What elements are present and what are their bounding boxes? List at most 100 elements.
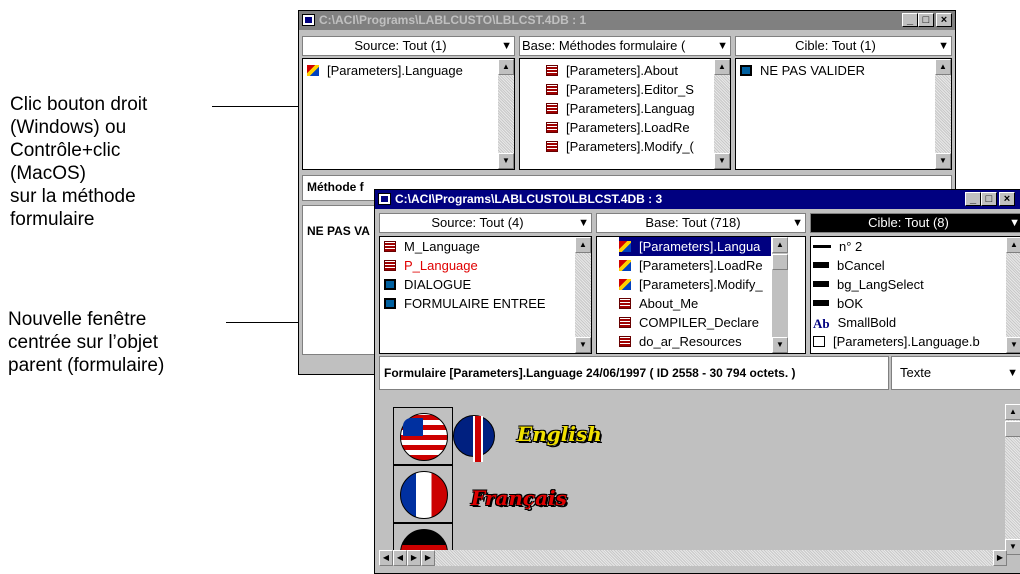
list-item[interactable]: COMPILER_Declare xyxy=(619,313,771,332)
scroll-down-button[interactable]: ▼ xyxy=(498,153,514,169)
preview-horizontal-scrollbar[interactable]: ◀ ◀ ▶ ▶ ▶ xyxy=(379,550,1007,566)
form-icon xyxy=(740,65,752,76)
list-item-label: [Parameters].About xyxy=(566,63,678,78)
back-window-titlebar[interactable]: C:\ACI\Programs\LABLCUSTO\LBLCST.4DB : 1… xyxy=(299,11,955,30)
list-item[interactable]: bOK xyxy=(813,294,1004,313)
scroll-down-button[interactable]: ▼ xyxy=(935,153,951,169)
scroll-up-button[interactable]: ▲ xyxy=(935,59,951,75)
scroll-left-button[interactable]: ◀ xyxy=(379,550,393,566)
minimize-button[interactable]: _ xyxy=(902,13,918,27)
list-item-label: [Parameters].LoadRe xyxy=(566,120,690,135)
list-item[interactable]: [Parameters].LoadRe xyxy=(546,118,712,137)
scroll-right-button[interactable]: ▶ xyxy=(993,550,1007,566)
base-list[interactable]: [Parameters].About [Parameters].Editor_S… xyxy=(519,58,731,170)
base-dropdown[interactable]: Base: Méthodes formulaire ( ▼ xyxy=(519,36,731,56)
close-button[interactable]: × xyxy=(999,192,1015,206)
scroll-down-button[interactable]: ▼ xyxy=(772,337,788,353)
list-item[interactable]: [Parameters].Modify_( xyxy=(546,137,712,156)
preview-vertical-scrollbar[interactable]: ▲ ▼ xyxy=(1005,404,1020,555)
vertical-scrollbar[interactable]: ▲ ▼ xyxy=(714,59,730,169)
callout-line: (Windows) ou xyxy=(10,117,127,138)
cible-list[interactable]: n° 2 bCancel bg_LangSelect bOK Ab SmallBo… xyxy=(810,236,1020,354)
list-item[interactable]: n° 2 xyxy=(813,237,1004,256)
scroll-up-button[interactable]: ▲ xyxy=(575,237,591,253)
list-item[interactable]: DIALOGUE xyxy=(384,275,573,294)
cible-dropdown[interactable]: Cible: Tout (8) ▼ xyxy=(810,213,1020,233)
form-method-icon xyxy=(546,103,558,114)
list-item[interactable]: [Parameters].LoadRe xyxy=(619,256,771,275)
list-item[interactable]: NE PAS VALIDER xyxy=(740,61,933,80)
form-preview[interactable]: English Français xyxy=(379,404,1007,550)
list-item-label: [Parameters].Modify_( xyxy=(566,139,694,154)
list-item[interactable]: FORMULAIRE ENTREE xyxy=(384,294,573,313)
callout-line: (MacOS) xyxy=(10,163,86,184)
vertical-scrollbar[interactable]: ▲ ▼ xyxy=(772,237,788,353)
source-dropdown[interactable]: Source: Tout (4) ▼ xyxy=(379,213,592,233)
parameters-icon xyxy=(307,65,319,76)
front-window[interactable]: C:\ACI\Programs\LABLCUSTO\LBLCST.4DB : 3… xyxy=(374,189,1020,574)
list-item[interactable]: [Parameters].Modify_ xyxy=(619,275,771,294)
callout-line: Nouvelle fenêtre xyxy=(8,309,147,330)
base-list[interactable]: [Parameters].Langua [Parameters].LoadRe … xyxy=(596,236,806,354)
source-dropdown-label: Source: Tout (4) xyxy=(431,215,524,230)
form-method-icon xyxy=(546,141,558,152)
list-item[interactable]: [Parameters].Editor_S xyxy=(546,80,712,99)
method-icon xyxy=(619,336,631,347)
chevron-down-icon: ▼ xyxy=(717,40,728,52)
scroll-thumb[interactable] xyxy=(772,254,788,270)
vertical-scrollbar[interactable]: ▲ ▼ xyxy=(935,59,951,169)
list-item[interactable]: [Parameters].Languag xyxy=(546,99,712,118)
list-item-label: DIALOGUE xyxy=(404,277,472,292)
list-item-label: About_Me xyxy=(639,296,699,311)
list-item[interactable]: M_Language xyxy=(384,237,573,256)
flag-cell-de[interactable] xyxy=(393,523,453,550)
scroll-up-button[interactable]: ▲ xyxy=(772,237,788,253)
base-dropdown[interactable]: Base: Tout (718) ▼ xyxy=(596,213,806,233)
language-label-francais: Français xyxy=(471,486,567,510)
list-item[interactable]: P_Language xyxy=(384,256,573,275)
scroll-right-button[interactable]: ▶ xyxy=(407,550,421,566)
list-item[interactable]: [Parameters].About xyxy=(546,61,712,80)
vertical-scrollbar[interactable]: ▲ ▼ xyxy=(1006,237,1020,353)
view-mode-dropdown[interactable]: Texte ▼ xyxy=(891,356,1020,390)
scroll-down-button[interactable]: ▼ xyxy=(575,337,591,353)
scroll-down-button[interactable]: ▼ xyxy=(1005,539,1020,555)
list-item[interactable]: [Parameters].Langua xyxy=(619,237,771,256)
scroll-up-button[interactable]: ▲ xyxy=(714,59,730,75)
list-item[interactable]: About_Me xyxy=(619,294,771,313)
scroll-up-button[interactable]: ▲ xyxy=(498,59,514,75)
close-button[interactable]: × xyxy=(936,13,952,27)
list-item[interactable]: bg_LangSelect xyxy=(813,275,1004,294)
list-item[interactable]: bCancel xyxy=(813,256,1004,275)
list-item[interactable]: do_ar_Resources xyxy=(619,332,771,351)
form-icon xyxy=(384,279,396,290)
scroll-thumb[interactable] xyxy=(1005,421,1020,437)
source-list[interactable]: M_Language P_Language DIALOGUE FORMULAIR… xyxy=(379,236,592,354)
scroll-left-button[interactable]: ◀ xyxy=(393,550,407,566)
source-list[interactable]: [Parameters].Language ▲ ▼ xyxy=(302,58,515,170)
callout-new-window: Nouvelle fenêtre centrée sur l’objet par… xyxy=(8,308,164,377)
form-method-icon xyxy=(546,84,558,95)
scroll-up-button[interactable]: ▲ xyxy=(1006,237,1020,253)
vertical-scrollbar[interactable]: ▲ ▼ xyxy=(575,237,591,353)
minimize-button[interactable]: _ xyxy=(965,192,981,206)
flag-cell-us[interactable] xyxy=(393,407,453,465)
vertical-scrollbar[interactable]: ▲ ▼ xyxy=(498,59,514,169)
flag-cell-fr[interactable] xyxy=(393,465,453,523)
list-item-label: [Parameters].Language xyxy=(327,63,463,78)
list-item[interactable]: Ab SmallBold xyxy=(813,313,1004,332)
cible-dropdown[interactable]: Cible: Tout (1) ▼ xyxy=(735,36,952,56)
scroll-down-button[interactable]: ▼ xyxy=(714,153,730,169)
list-item[interactable]: [Parameters].Language xyxy=(307,61,496,80)
cible-list[interactable]: NE PAS VALIDER ▲ ▼ xyxy=(735,58,952,170)
scroll-up-button[interactable]: ▲ xyxy=(1005,404,1020,420)
line-icon xyxy=(813,245,831,248)
scroll-right-button[interactable]: ▶ xyxy=(421,550,435,566)
list-item[interactable]: [Parameters].Language.b xyxy=(813,332,1004,351)
source-dropdown[interactable]: Source: Tout (1) ▼ xyxy=(302,36,515,56)
scroll-down-button[interactable]: ▼ xyxy=(1006,337,1020,353)
maximize-button[interactable]: □ xyxy=(981,192,997,206)
front-window-titlebar[interactable]: C:\ACI\Programs\LABLCUSTO\LBLCST.4DB : 3… xyxy=(375,190,1020,209)
maximize-button[interactable]: □ xyxy=(918,13,934,27)
status-text: Méthode f xyxy=(307,180,364,194)
